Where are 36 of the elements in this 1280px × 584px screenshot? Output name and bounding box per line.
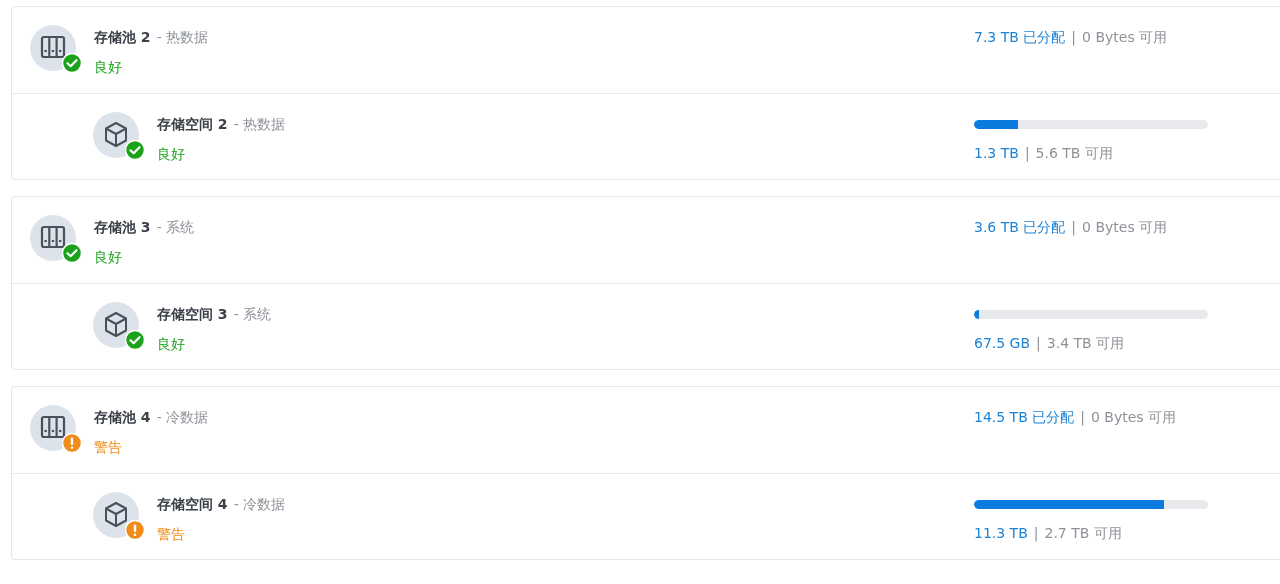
allocated-text: 3.6 TB 已分配 [974,218,1066,237]
pool-tag: - 冷数据 [156,407,209,427]
separator-text: | [1080,408,1085,427]
volume-name: 存储空间 4 [157,495,228,514]
separator-text: | [1071,28,1077,47]
pool-name: 存储池 2 [94,28,151,47]
pool-tag: - 热数据 [156,27,209,47]
free-text: 0 Bytes 可用 [1082,218,1168,237]
status-text: 良好 [94,58,123,77]
separator-text: | [1036,334,1041,353]
free-text: 0 Bytes 可用 [1090,408,1177,427]
allocated-text: 14.5 TB 已分配 [974,408,1075,427]
status-text: 警告 [94,438,123,457]
volume-tag: - 热数据 [233,114,286,134]
volume-tag: - 冷数据 [233,494,286,514]
separator-text: | [1071,218,1077,237]
status-text: 良好 [94,248,123,267]
free-text: 2.7 TB 可用 [1044,524,1122,543]
pool-tag: - 系统 [156,217,195,237]
volume-name: 存储空间 3 [157,305,228,324]
free-text: 5.6 TB 可用 [1035,144,1113,163]
allocated-text: 7.3 TB 已分配 [974,28,1066,47]
used-text: 1.3 TB [974,144,1019,163]
separator-text: | [1033,524,1039,543]
status-text: 良好 [157,145,186,164]
free-text: 3.4 TB 可用 [1046,334,1125,353]
used-text: 11.3 TB [974,524,1028,543]
volume-name: 存储空间 2 [157,115,228,134]
pool-name: 存储池 3 [94,218,151,237]
volume-tag: - 系统 [233,304,272,324]
used-text: 67.5 GB [974,334,1031,353]
pool-name: 存储池 4 [94,408,151,427]
free-text: 0 Bytes 可用 [1082,28,1168,47]
status-text: 警告 [157,525,186,544]
status-text: 良好 [157,335,186,354]
separator-text: | [1024,144,1030,163]
